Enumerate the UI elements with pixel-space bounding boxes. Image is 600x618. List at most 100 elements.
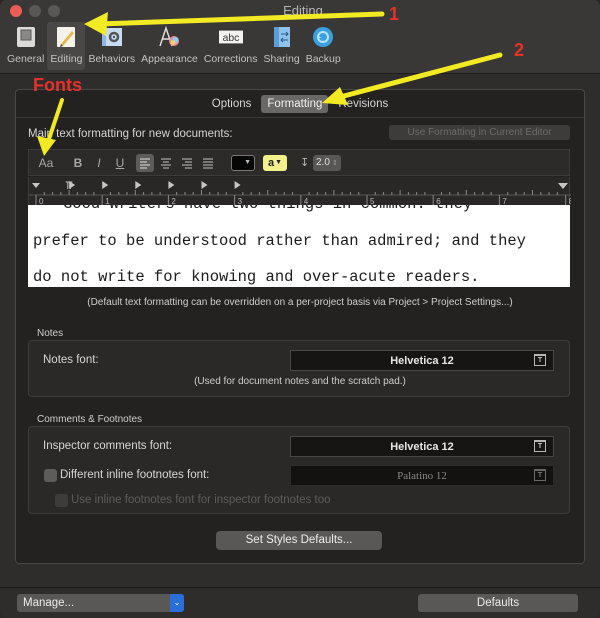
tab-stop-marker[interactable] [234, 181, 241, 189]
tab-options[interactable]: Options [206, 95, 258, 113]
tab-stop-marker[interactable] [135, 181, 142, 189]
chevron-down-icon[interactable]: ⌄ [170, 594, 184, 612]
toolbar-item-general[interactable]: General [4, 22, 47, 70]
toolbar-label: General [7, 53, 45, 65]
fonts-button[interactable]: Aa [37, 153, 55, 173]
sample-text-line: do not write for knowing and over-acute … [33, 268, 480, 286]
toolbar-item-backup[interactable]: Backup [303, 22, 344, 70]
align-right-button[interactable] [178, 154, 196, 172]
notes-font-field[interactable]: Helvetica 12 T [290, 350, 554, 371]
notes-font-label: Notes font: [43, 354, 99, 366]
align-right-icon [182, 157, 192, 169]
inspector-comments-font-value: Helvetica 12 [390, 440, 454, 453]
tab-revisions[interactable]: Revisions [332, 95, 394, 113]
stepper-icon[interactable]: ⇕ [332, 159, 338, 167]
sample-text-line: Good writers have two things in common: … [63, 205, 472, 213]
font-panel-icon[interactable]: T [534, 354, 546, 366]
different-inline-footnotes-checkbox[interactable] [44, 469, 57, 482]
notes-font-value: Helvetica 12 [390, 354, 454, 367]
title-bar: Editing General Editing Behaviors Appear… [0, 0, 600, 74]
align-justify-button[interactable] [199, 154, 217, 172]
ruler-number: 3 [238, 197, 243, 205]
toolbar-label: Backup [305, 53, 341, 65]
ruler-number: 6 [436, 197, 441, 205]
text-color-well[interactable]: ▼ [231, 154, 255, 171]
ruler-number: 0 [39, 197, 44, 205]
align-left-button[interactable] [136, 153, 154, 172]
sharing-icon [270, 25, 294, 49]
use-inline-footnotes-label: Use inline footnotes font for inspector … [71, 494, 331, 506]
toolbar-item-sharing[interactable]: Sharing [261, 22, 303, 70]
annotation-marker-1: 1 [389, 4, 400, 24]
toolbar-item-editing[interactable]: Editing [47, 22, 86, 70]
ruler-number: 2 [171, 197, 176, 205]
toolbar-label: Corrections [203, 53, 258, 65]
inspector-comments-font-field[interactable]: Helvetica 12 T [290, 436, 554, 457]
toolbar-label: Appearance [141, 53, 198, 65]
underline-button[interactable]: U [114, 153, 126, 173]
notes-hint: (Used for document notes and the scratch… [194, 376, 406, 387]
ruler-number: 8 [569, 197, 571, 205]
align-center-button[interactable] [157, 154, 175, 172]
line-spacing-icon: ↧ [300, 157, 310, 169]
manage-popup-button[interactable]: Manage... ⌄ [17, 594, 184, 612]
preferences-window: Editing General Editing Behaviors Appear… [0, 0, 600, 618]
right-margin-marker[interactable] [558, 183, 568, 189]
italic-button[interactable]: I [93, 153, 105, 173]
inline-footnotes-font-field: Palatino 12 T [290, 465, 554, 486]
sample-text-editor[interactable]: Good writers have two things in common: … [28, 205, 570, 287]
ruler-number: 7 [502, 197, 507, 205]
ruler[interactable]: 0 1 2 3 4 5 6 7 8 [28, 177, 571, 205]
align-center-icon [161, 157, 171, 169]
toolbar-item-appearance[interactable]: Appearance [138, 22, 201, 70]
font-panel-icon: T [534, 469, 546, 481]
bottom-divider [0, 587, 600, 588]
toolbar-label: Editing [50, 53, 83, 65]
general-icon [14, 25, 38, 49]
line-spacing-value: 2.0 [316, 157, 330, 168]
svg-text:abc: abc [222, 33, 239, 44]
format-bar: Aa B I U ▼ a ▼ ↧ 2.0 ⇕ [28, 149, 570, 176]
main-text-formatting-label: Main text formatting for new documents: [28, 128, 233, 140]
first-line-indent-marker[interactable] [32, 183, 40, 188]
different-inline-footnotes-label: Different inline footnotes font: [60, 469, 210, 481]
manage-label: Manage... [23, 597, 75, 609]
appearance-color-icon [157, 25, 181, 49]
editing-pencil-icon [54, 25, 78, 49]
highlight-color-well[interactable]: a ▼ [263, 154, 287, 171]
ruler-number: 1 [105, 197, 110, 205]
toolbar-item-corrections[interactable]: abc Corrections [201, 22, 261, 70]
annotation-fonts-label: Fonts [33, 75, 82, 95]
toolbar-item-behaviors[interactable]: Behaviors [85, 22, 138, 70]
corrections-abc-icon: abc [218, 25, 243, 49]
inspector-comments-font-label: Inspector comments font: [43, 440, 173, 452]
set-styles-defaults-button[interactable]: Set Styles Defaults... [216, 531, 382, 550]
tab-stop-marker[interactable] [102, 181, 109, 189]
window-title-text: Editing [283, 3, 323, 18]
highlight-label: a [267, 156, 275, 169]
defaults-button[interactable]: Defaults [418, 594, 578, 612]
window-title: Editing [0, 3, 600, 18]
annotation-marker-2: 2 [514, 40, 525, 60]
behaviors-gear-icon [100, 25, 124, 49]
toolbar-label: Behaviors [88, 53, 136, 65]
preferences-toolbar: General Editing Behaviors Appearance abc… [4, 22, 344, 70]
tab-formatting[interactable]: Formatting [261, 94, 329, 113]
tab-stop-marker[interactable] [201, 181, 208, 189]
use-formatting-in-current-editor-button[interactable]: Use Formatting in Current Editor [389, 125, 570, 140]
line-spacing-field[interactable]: 2.0 ⇕ [313, 154, 341, 171]
bold-button[interactable]: B [72, 153, 84, 173]
align-justify-icon [203, 157, 213, 169]
chevron-down-icon: ▼ [244, 159, 251, 166]
align-left-icon [140, 157, 150, 169]
tab-bar: Options Formatting Revisions [16, 90, 584, 118]
comments-group-title: Comments & Footnotes [37, 414, 143, 425]
backup-icon [311, 25, 335, 49]
tab-stop-marker[interactable] [168, 181, 175, 189]
ruler-number: 4 [304, 197, 309, 205]
font-panel-icon[interactable]: T [534, 440, 546, 452]
override-note: (Default text formatting can be overridd… [87, 297, 513, 308]
use-inline-footnotes-checkbox [55, 494, 68, 507]
toolbar-label: Sharing [263, 53, 300, 65]
ruler-graphic: 0 1 2 3 4 5 6 7 8 [29, 181, 571, 205]
